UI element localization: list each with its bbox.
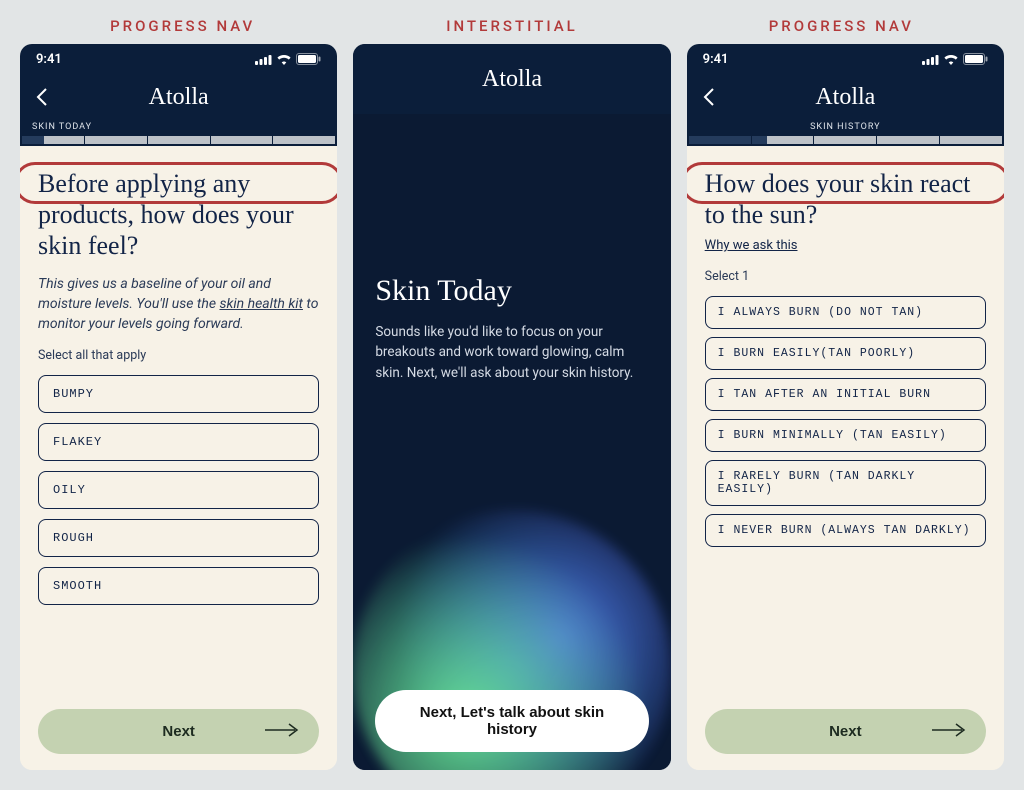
status-time: 9:41: [36, 52, 62, 67]
interstitial-body-text: Sounds like you'd like to focus on your …: [375, 322, 648, 383]
signal-icon: [255, 54, 272, 65]
column-labels-row: PROGRESS NAV INTERSTITIAL PROGRESS NAV: [20, 8, 1004, 44]
wifi-icon: [276, 54, 292, 65]
status-time: 9:41: [703, 52, 729, 67]
option-never-burn[interactable]: I NEVER BURN (ALWAYS TAN DARKLY): [705, 514, 986, 547]
arrow-right-icon: [265, 723, 299, 741]
progress-segment: [211, 136, 273, 144]
progress-track: [687, 136, 1004, 144]
progress-track: [20, 136, 337, 144]
status-indicators: [922, 53, 988, 65]
column-label-3: PROGRESS NAV: [685, 17, 998, 35]
canvas: PROGRESS NAV INTERSTITIAL PROGRESS NAV 9…: [0, 0, 1024, 790]
options-list: I ALWAYS BURN (DO NOT TAN) I BURN EASILY…: [705, 296, 986, 547]
question-title: How does your skin react to the sun?: [705, 168, 986, 230]
next-button[interactable]: Next: [705, 709, 986, 754]
brand-bar: Atolla: [687, 74, 1004, 120]
brand-bar: Atolla: [20, 74, 337, 120]
interstitial-content: Skin Today Sounds like you'd like to foc…: [353, 114, 670, 770]
question-title: Before applying any products, how does y…: [38, 168, 319, 262]
signal-icon: [922, 54, 939, 65]
skin-health-kit-link[interactable]: skin health kit: [219, 296, 303, 312]
brand-title: Atolla: [815, 84, 875, 111]
phone-screen-1: 9:41 Atolla: [20, 44, 337, 770]
back-button[interactable]: [699, 87, 719, 107]
status-bar: 9:41: [20, 44, 337, 74]
arrow-right-icon: [932, 723, 966, 741]
option-tan-after-burn[interactable]: I TAN AFTER AN INITIAL BURN: [705, 378, 986, 411]
column-label-1: PROGRESS NAV: [26, 17, 339, 35]
options-list: BUMPY FLAKEY OILY ROUGH SMOOTH: [38, 375, 319, 605]
progress-segment: [752, 136, 814, 144]
next-button[interactable]: Next: [38, 709, 319, 754]
card-body: Before applying any products, how does y…: [20, 146, 337, 770]
phone-screen-2: Atolla Skin Today Sounds like you'd like…: [353, 44, 670, 770]
next-button-label: Next, Let's talk about skin history: [393, 704, 630, 738]
cta-row: Next: [705, 695, 986, 754]
back-button[interactable]: [32, 87, 52, 107]
option-always-burn[interactable]: I ALWAYS BURN (DO NOT TAN): [705, 296, 986, 329]
select-instruction: Select 1: [705, 269, 986, 284]
battery-icon: [296, 53, 321, 65]
progress-segment: [22, 136, 84, 144]
next-button-label: Next: [829, 723, 862, 740]
progress-segment: [814, 136, 876, 144]
wifi-icon: [943, 54, 959, 65]
column-label-2: INTERSTITIAL: [355, 17, 668, 35]
phone-screen-3: 9:41 Atolla: [687, 44, 1004, 770]
interstitial-body: Skin Today Sounds like you'd like to foc…: [353, 114, 670, 770]
option-smooth[interactable]: SMOOTH: [38, 567, 319, 605]
phones-row: 9:41 Atolla: [20, 44, 1004, 770]
progress-segment: [689, 136, 751, 144]
option-burn-easily[interactable]: I BURN EASILY(TAN POORLY): [705, 337, 986, 370]
brand-title: Atolla: [482, 66, 542, 93]
why-we-ask-link[interactable]: Why we ask this: [705, 238, 986, 253]
option-rough[interactable]: ROUGH: [38, 519, 319, 557]
next-button-label: Next: [162, 723, 195, 740]
option-bumpy[interactable]: BUMPY: [38, 375, 319, 413]
status-indicators: [255, 53, 321, 65]
cta-row: Next: [38, 695, 319, 754]
option-flakey[interactable]: FLAKEY: [38, 423, 319, 461]
progress-section-label: SKIN HISTORY: [687, 120, 1004, 136]
interstitial-title: Skin Today: [375, 274, 648, 308]
progress-segment: [877, 136, 939, 144]
option-oily[interactable]: OILY: [38, 471, 319, 509]
option-rarely-burn[interactable]: I RARELY BURN (TAN DARKLY EASILY): [705, 460, 986, 506]
progress-segment: [273, 136, 335, 144]
progress-nav: SKIN TODAY: [20, 120, 337, 146]
option-burn-minimally[interactable]: I BURN MINIMALLY (TAN EASILY): [705, 419, 986, 452]
brand-title: Atolla: [149, 84, 209, 111]
progress-segment: [85, 136, 147, 144]
next-button[interactable]: Next, Let's talk about skin history: [375, 690, 648, 752]
progress-nav: SKIN HISTORY: [687, 120, 1004, 146]
select-instruction: Select all that apply: [38, 348, 319, 363]
progress-segment: [940, 136, 1002, 144]
progress-section-label: SKIN TODAY: [20, 120, 337, 136]
card-body: How does your skin react to the sun? Why…: [687, 146, 1004, 770]
question-explainer: This gives us a baseline of your oil and…: [38, 274, 319, 335]
status-bar: 9:41: [687, 44, 1004, 74]
brand-bar: Atolla: [353, 44, 670, 114]
progress-segment: [148, 136, 210, 144]
battery-icon: [963, 53, 988, 65]
